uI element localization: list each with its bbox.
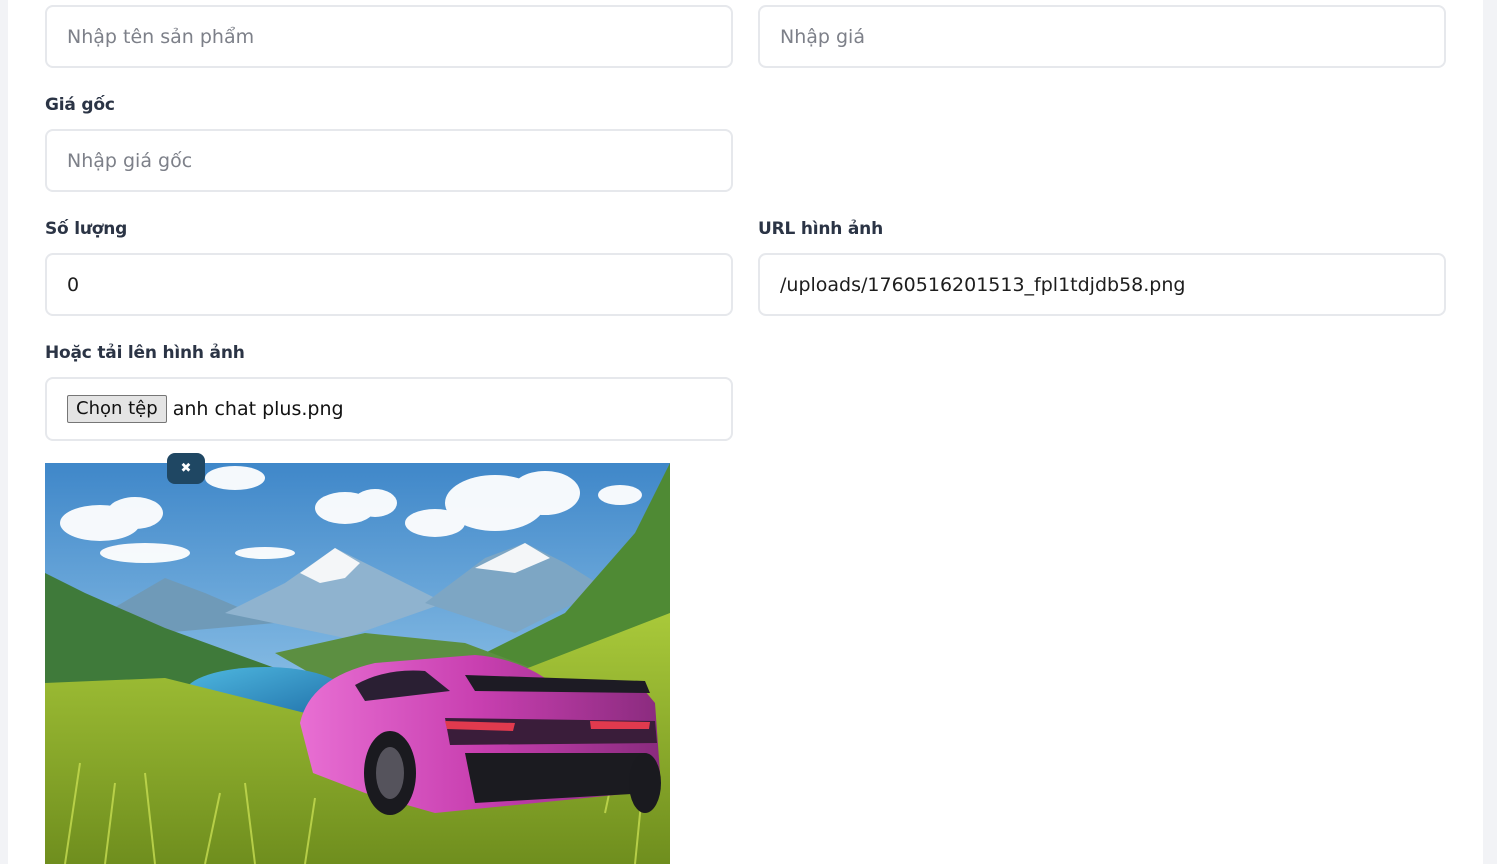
selected-file-name: anh chat plus.png [172, 398, 344, 420]
quantity-input[interactable] [45, 253, 733, 316]
image-url-input[interactable] [758, 253, 1446, 316]
preview-image [45, 463, 670, 864]
remove-image-button[interactable]: ✖ [167, 453, 205, 484]
original-price-label: Giá gốc [45, 95, 115, 115]
choose-file-button[interactable]: Chọn tệp [67, 395, 167, 423]
product-form-page: Giá gốc Số lượng URL hình ảnh Hoặc tải l… [8, 0, 1483, 864]
file-upload-field[interactable]: Chọn tệp anh chat plus.png [45, 377, 733, 441]
upload-label: Hoặc tải lên hình ảnh [45, 343, 245, 363]
price-input[interactable] [758, 5, 1446, 68]
product-name-input[interactable] [45, 5, 733, 68]
image-url-label: URL hình ảnh [758, 219, 883, 239]
quantity-label: Số lượng [45, 219, 128, 239]
original-price-input[interactable] [45, 129, 733, 192]
page-scrollbar[interactable] [1483, 0, 1497, 864]
close-icon: ✖ [180, 461, 192, 476]
image-preview [45, 463, 670, 864]
